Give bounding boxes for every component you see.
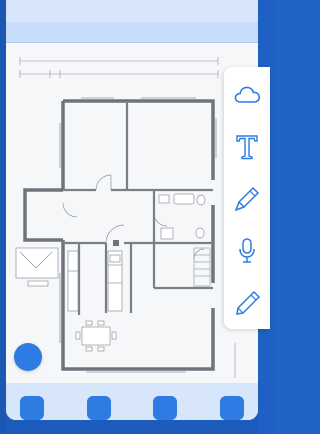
dining-table [75, 320, 117, 352]
tool-panel [224, 67, 270, 329]
top-bar [6, 0, 258, 22]
pencil-icon [236, 290, 261, 315]
floor-plan-drawing[interactable] [6, 43, 258, 383]
microphone-icon [239, 238, 255, 263]
interior-walls [63, 101, 213, 315]
bathroom-fixtures [158, 193, 206, 240]
kitchen-counters [67, 250, 123, 312]
floating-action-button[interactable] [14, 343, 42, 371]
entry-furniture [15, 247, 59, 287]
structural-column [113, 240, 119, 246]
microphone-tool-button[interactable] [233, 237, 261, 265]
pen-icon [234, 186, 260, 212]
device-frame [0, 0, 275, 434]
cloud-tool-button[interactable] [233, 81, 261, 109]
bottom-nav-bar [6, 383, 258, 420]
pencil-tool-button[interactable] [233, 289, 261, 317]
door-swings [62, 174, 205, 260]
nav-button-4[interactable] [220, 396, 244, 420]
header-bar [6, 22, 258, 43]
outer-walls [23, 99, 215, 371]
drawing-canvas[interactable] [6, 43, 258, 383]
nav-button-1[interactable] [20, 396, 44, 420]
pen-tool-button[interactable] [233, 185, 261, 213]
text-tool-button[interactable] [233, 133, 261, 161]
text-tool-icon [236, 135, 258, 160]
nav-button-3[interactable] [153, 396, 177, 420]
cloud-icon [234, 86, 261, 103]
nav-button-2[interactable] [87, 396, 111, 420]
staircase [193, 247, 211, 287]
app-screen [6, 0, 258, 420]
